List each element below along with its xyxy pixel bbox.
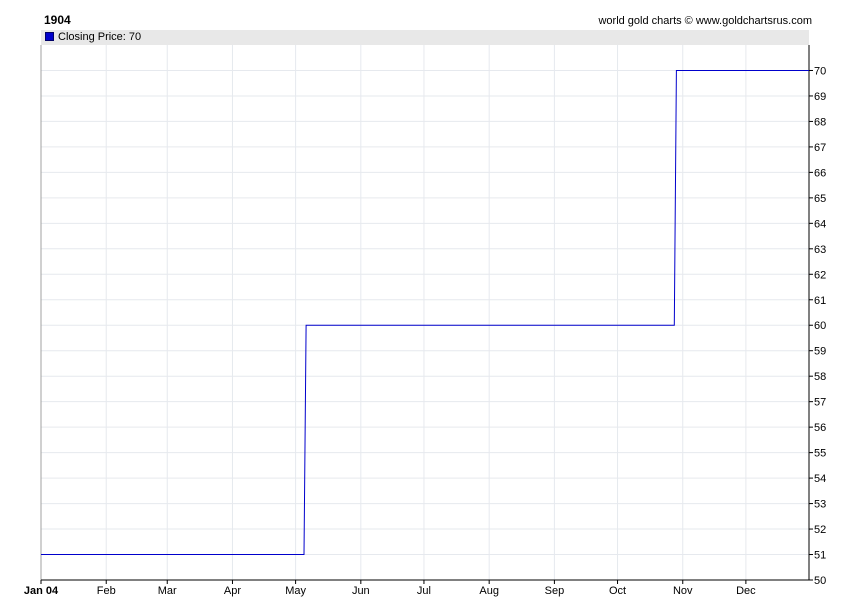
y-tick-label: 55	[814, 448, 826, 460]
x-tick-label: Feb	[97, 585, 116, 597]
y-tick-label: 52	[814, 524, 826, 536]
x-tick-label: May	[285, 585, 306, 597]
x-tick-label: Jan 04	[24, 585, 59, 597]
y-tick-label: 64	[814, 218, 826, 230]
x-tick-label: Sep	[545, 585, 565, 597]
y-tick-label: 68	[814, 116, 826, 128]
y-tick-label: 57	[814, 397, 826, 409]
y-tick-label: 59	[814, 346, 826, 358]
tick-labels: 70 69 68 67 66 65 64 63 62 61 60 59 58 57 56 55 54 53 52 51…	[24, 65, 826, 597]
y-tick-label: 58	[814, 371, 826, 383]
y-tick-label: 69	[814, 91, 826, 103]
x-tick-label: Nov	[673, 585, 693, 597]
y-tick-label: 60	[814, 320, 826, 332]
y-tick-label: 56	[814, 422, 826, 434]
y-tick-label: 67	[814, 142, 826, 154]
x-tick-label: Mar	[158, 585, 177, 597]
x-tick-label: Jun	[352, 585, 370, 597]
series	[41, 70, 809, 555]
y-tick-label: 70	[814, 65, 826, 77]
y-tick-label: 53	[814, 499, 826, 511]
y-tick-label: 54	[814, 473, 826, 485]
x-tick-label: Aug	[479, 585, 499, 597]
y-tick-label: 50	[814, 575, 826, 587]
grid	[41, 45, 809, 581]
x-tick-label: Jul	[417, 585, 431, 597]
closing-price-line	[41, 70, 809, 555]
x-tick-label: Dec	[736, 585, 756, 597]
y-tick-label: 63	[814, 244, 826, 256]
y-tick-label: 65	[814, 193, 826, 205]
x-tick-label: Apr	[224, 585, 241, 597]
y-tick-label: 66	[814, 167, 826, 179]
price-chart: 70 69 68 67 66 65 64 63 62 61 60 59 58 57 56 55 54 53 52 51…	[24, 45, 826, 597]
y-tick-label: 61	[814, 295, 826, 307]
y-tick-label: 62	[814, 269, 826, 281]
y-tick-label: 51	[814, 550, 826, 562]
x-tick-label: Oct	[609, 585, 626, 597]
